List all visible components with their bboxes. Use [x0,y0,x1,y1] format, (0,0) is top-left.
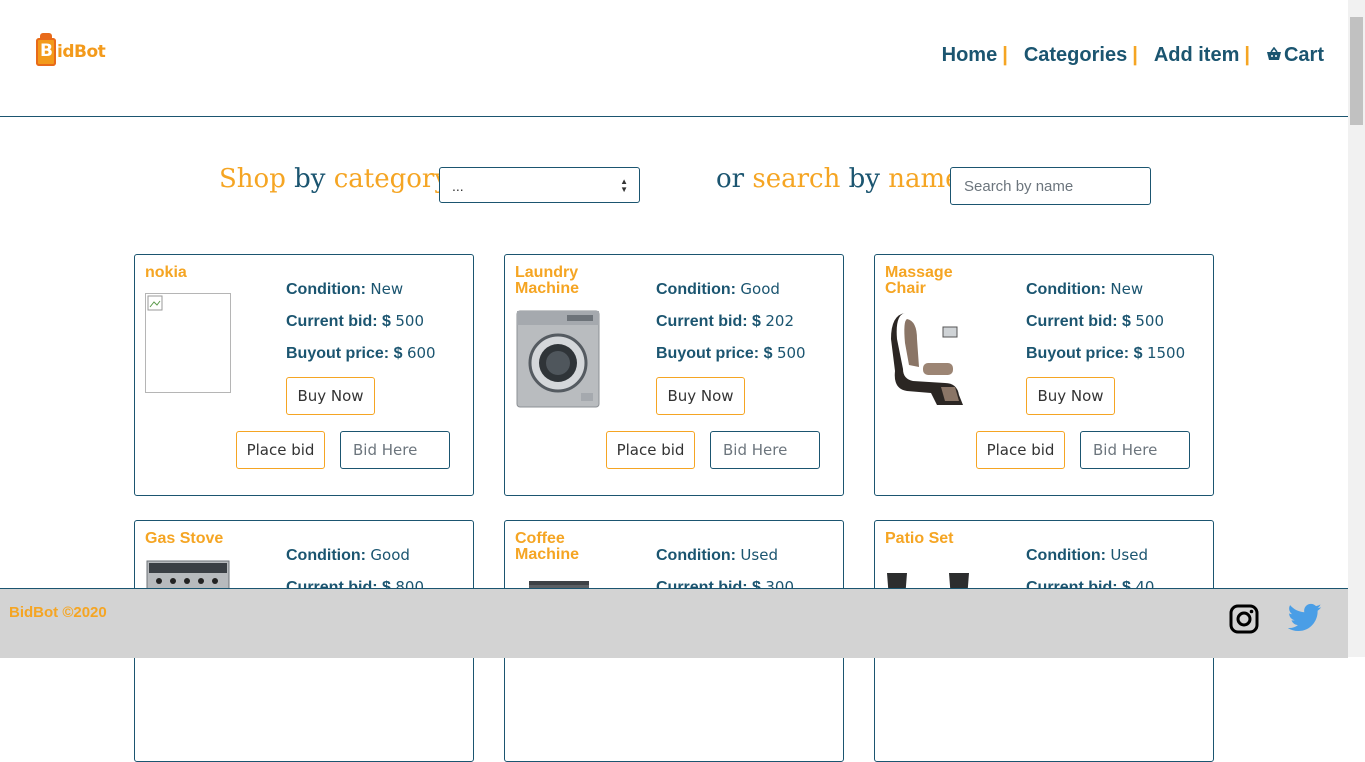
nav-home-link[interactable]: Home [942,44,998,67]
washing-machine-image [516,310,600,408]
place-bid-button[interactable]: Place bid [976,431,1065,469]
item-current-bid: Current bid: $ 500 [1026,312,1164,330]
nav-cart-label: Cart [1283,44,1324,66]
item-condition: Condition: Good [286,546,410,564]
site-footer: BidBot ©2020 [0,588,1348,658]
nav-cart-link[interactable]: Cart [1266,44,1324,67]
bid-amount-input[interactable] [1080,431,1190,469]
nav-separator: | [1002,44,1008,66]
select-arrows-icon: ▲ ▼ [620,177,628,194]
bid-amount-input[interactable] [340,431,450,469]
shop-by-category-label: Shop by category [219,164,450,194]
footer-copyright: BidBot ©2020 [9,604,107,621]
instagram-icon[interactable] [1228,603,1260,640]
item-name[interactable]: Patio Set [885,531,975,547]
bid-amount-input[interactable] [710,431,820,469]
search-by-name-input[interactable] [950,167,1151,205]
item-card: Massage Chair Condition: New Current bid… [874,254,1214,496]
buy-now-button[interactable]: Buy Now [656,377,745,415]
logo-robot-icon: B [36,33,56,66]
broken-image-icon [147,295,163,311]
item-image-broken [145,293,231,393]
place-bid-button[interactable]: Place bid [236,431,325,469]
item-name[interactable]: Massage Chair [885,265,975,297]
page-scrollbar[interactable] [1348,0,1365,657]
item-buyout-price: Buyout price: $ 1500 [1026,344,1186,362]
basket-icon [1266,46,1281,60]
item-name[interactable]: nokia [145,265,235,281]
item-name[interactable]: Gas Stove [145,531,235,547]
buy-now-button[interactable]: Buy Now [1026,377,1115,415]
item-condition: Condition: Used [656,546,778,564]
item-condition: Condition: Used [1026,546,1148,564]
place-bid-button[interactable]: Place bid [606,431,695,469]
site-header: B idBot Home | Categories | Add item | Cart [0,0,1348,117]
logo-text: idBot [57,42,106,62]
bidbot-logo[interactable]: B idBot [36,33,106,66]
item-current-bid: Current bid: $ 202 [656,312,794,330]
buy-now-button[interactable]: Buy Now [286,377,375,415]
item-condition: Condition: New [1026,280,1144,298]
item-buyout-price: Buyout price: $ 500 [656,344,806,362]
item-condition: Condition: New [286,280,404,298]
category-select-value: ... [452,178,464,194]
item-name[interactable]: Coffee Machine [515,531,605,563]
nav-add-item-link[interactable]: Add item [1154,44,1240,67]
search-by-name-label: or search by name [716,164,961,194]
item-card: Laundry Machine Condition: Good Current … [504,254,844,496]
item-card: nokia Condition: New Current bid: $ 500 … [134,254,474,496]
massage-chair-image [891,313,963,405]
scrollbar-thumb[interactable] [1350,17,1363,125]
nav-categories-link[interactable]: Categories [1024,44,1127,67]
main-nav: Home | Categories | Add item | Cart [942,44,1324,67]
category-select[interactable]: ... ▲ ▼ [439,167,640,203]
item-current-bid: Current bid: $ 500 [286,312,424,330]
twitter-icon[interactable] [1287,603,1322,638]
nav-separator: | [1244,44,1250,66]
nav-separator: | [1132,44,1138,66]
item-condition: Condition: Good [656,280,780,298]
item-name[interactable]: Laundry Machine [515,265,605,297]
item-buyout-price: Buyout price: $ 600 [286,344,436,362]
